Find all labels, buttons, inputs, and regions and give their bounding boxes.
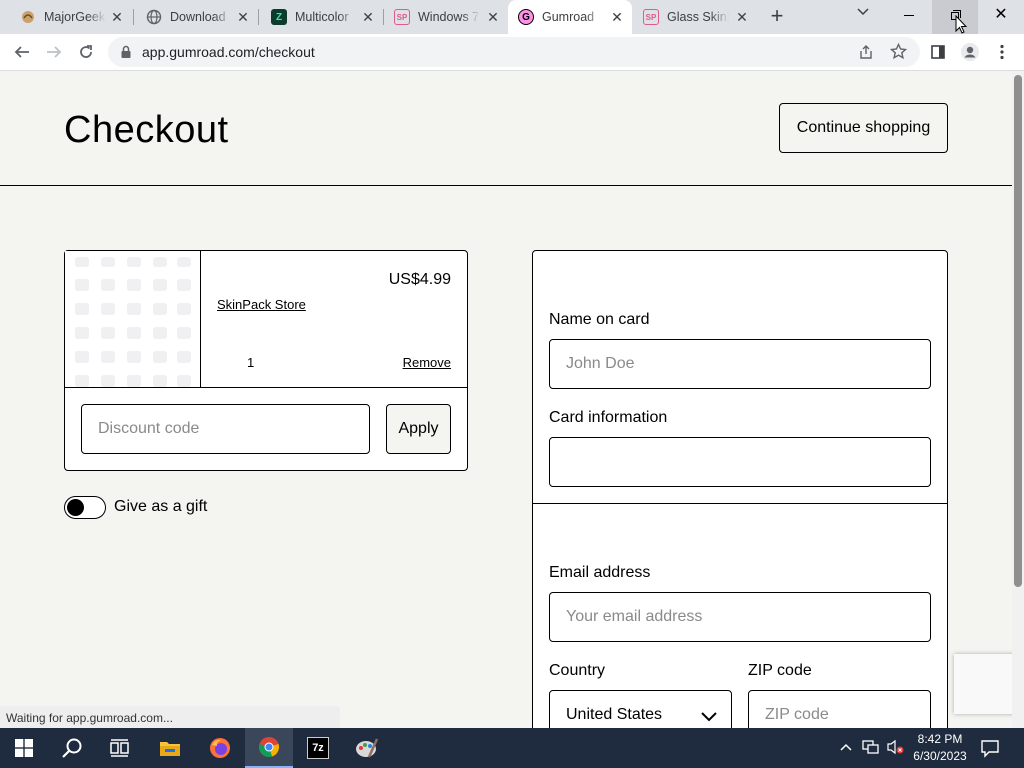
multicolor-icon: Z — [271, 9, 287, 25]
volume-muted-icon[interactable] — [886, 739, 904, 760]
gift-toggle[interactable] — [64, 496, 106, 519]
name-on-card-label: Name on card — [549, 311, 650, 328]
name-on-card-input[interactable]: John Doe — [549, 339, 931, 389]
back-icon[interactable] — [8, 38, 36, 66]
product-quantity: 1 — [247, 355, 255, 370]
country-label: Country — [549, 662, 606, 679]
clock[interactable]: 8:42 PM 6/30/2023 — [908, 731, 972, 765]
continue-shopping-button[interactable]: Continue shopping — [779, 103, 948, 153]
scrollbar-thumb[interactable] — [1014, 75, 1022, 587]
share-icon[interactable] — [858, 44, 874, 65]
file-explorer-icon[interactable] — [146, 728, 194, 768]
close-window-icon[interactable]: ✕ — [978, 0, 1024, 34]
notifications-icon[interactable] — [980, 738, 1000, 763]
tab-majorgeeks[interactable]: MajorGeeks ✕ — [8, 0, 132, 34]
profile-icon[interactable] — [956, 38, 984, 66]
remove-link[interactable]: Remove — [403, 355, 451, 370]
skinpack-icon: SP — [643, 9, 659, 25]
tab-multicolor[interactable]: Z Multicolor ✕ — [259, 0, 383, 34]
close-tab-icon[interactable]: ✕ — [236, 10, 250, 24]
clock-date: 6/30/2023 — [913, 749, 967, 763]
product-price: US$4.99 — [388, 271, 451, 288]
store-link[interactable]: SkinPack Store — [217, 297, 306, 312]
card-information-label: Card information — [549, 409, 668, 426]
recaptcha-badge[interactable] — [954, 654, 1012, 714]
reload-icon[interactable] — [72, 38, 100, 66]
country-value: United States — [566, 706, 663, 723]
start-button[interactable] — [0, 728, 48, 768]
majorgeeks-icon — [20, 9, 36, 25]
chevron-down-icon — [701, 709, 717, 727]
header-divider — [0, 185, 1012, 186]
globe-icon — [146, 9, 162, 25]
tab-gumroad[interactable]: G Gumroad ✕ — [508, 0, 632, 34]
clock-time: 8:42 PM — [917, 732, 963, 746]
card-information-input[interactable] — [549, 437, 931, 487]
7zip-icon[interactable]: 7z — [294, 728, 342, 768]
cart-divider — [65, 387, 467, 388]
country-select[interactable]: United States — [549, 690, 732, 728]
search-icon[interactable] — [48, 728, 96, 768]
tab-glass-skinpack[interactable]: SP Glass SkinP ✕ — [633, 0, 757, 34]
cart-card: US$4.99 SkinPack Store 1 Remove Discount… — [64, 250, 468, 471]
close-tab-icon[interactable]: ✕ — [361, 10, 375, 24]
tab-strip: MajorGeeks ✕ Download ✕ Z Multicolor ✕ S… — [0, 0, 1024, 34]
bookmark-star-icon[interactable] — [889, 42, 908, 65]
tab-download[interactable]: Download ✕ — [134, 0, 258, 34]
lock-icon — [120, 45, 132, 64]
close-tab-icon[interactable]: ✕ — [610, 10, 624, 24]
tab-search-icon[interactable] — [852, 5, 874, 27]
tab-title: Glass SkinP — [667, 10, 729, 24]
url-text: app.gumroad.com/checkout — [142, 44, 315, 60]
email-label: Email address — [549, 564, 651, 581]
paint-icon[interactable] — [343, 728, 391, 768]
new-tab-icon[interactable]: + — [765, 5, 789, 29]
forward-icon[interactable] — [40, 38, 68, 66]
tab-title: MajorGeeks — [44, 10, 106, 24]
firefox-icon[interactable] — [196, 728, 244, 768]
toggle-knob — [67, 499, 84, 516]
apply-button[interactable]: Apply — [386, 404, 451, 454]
minimize-icon[interactable] — [894, 0, 924, 34]
tab-title: Multicolor — [295, 10, 349, 24]
page-scrollbar[interactable] — [1012, 71, 1024, 728]
close-tab-icon[interactable]: ✕ — [735, 10, 749, 24]
close-tab-icon[interactable]: ✕ — [486, 10, 500, 24]
menu-icon[interactable] — [988, 38, 1016, 66]
tab-windows7[interactable]: SP Windows 7 ✕ — [384, 0, 508, 34]
side-panel-icon[interactable] — [924, 38, 952, 66]
chrome-icon[interactable] — [245, 728, 293, 768]
checkout-page: Checkout Continue shopping US$4.99 SkinP… — [0, 71, 1012, 728]
close-tab-icon[interactable]: ✕ — [110, 10, 124, 24]
browser-toolbar: app.gumroad.com/checkout — [0, 34, 1024, 71]
product-thumbnail — [65, 251, 201, 388]
status-bar: Waiting for app.gumroad.com... — [0, 706, 340, 728]
payment-card: Name on card John Doe Card information E… — [532, 250, 948, 728]
skinpack-icon: SP — [394, 9, 410, 25]
zip-input[interactable]: ZIP code — [748, 690, 931, 728]
chevron-up-icon[interactable] — [840, 740, 852, 754]
gumroad-icon: G — [518, 9, 534, 25]
network-icon[interactable] — [862, 739, 880, 760]
payment-divider — [533, 503, 947, 504]
discount-code-input[interactable]: Discount code — [81, 404, 370, 454]
address-bar[interactable]: app.gumroad.com/checkout — [108, 37, 920, 67]
tab-title: Gumroad — [542, 10, 595, 24]
tab-title: Download — [170, 10, 226, 24]
page-title: Checkout — [64, 109, 229, 151]
taskbar: 7z 8:42 PM 6/30/2023 — [0, 728, 1024, 768]
zip-label: ZIP code — [748, 662, 812, 679]
tab-title: Windows 7 — [418, 10, 480, 24]
email-input[interactable]: Your email address — [549, 592, 931, 642]
task-view-icon[interactable] — [96, 728, 144, 768]
gift-label: Give as a gift — [114, 498, 208, 515]
